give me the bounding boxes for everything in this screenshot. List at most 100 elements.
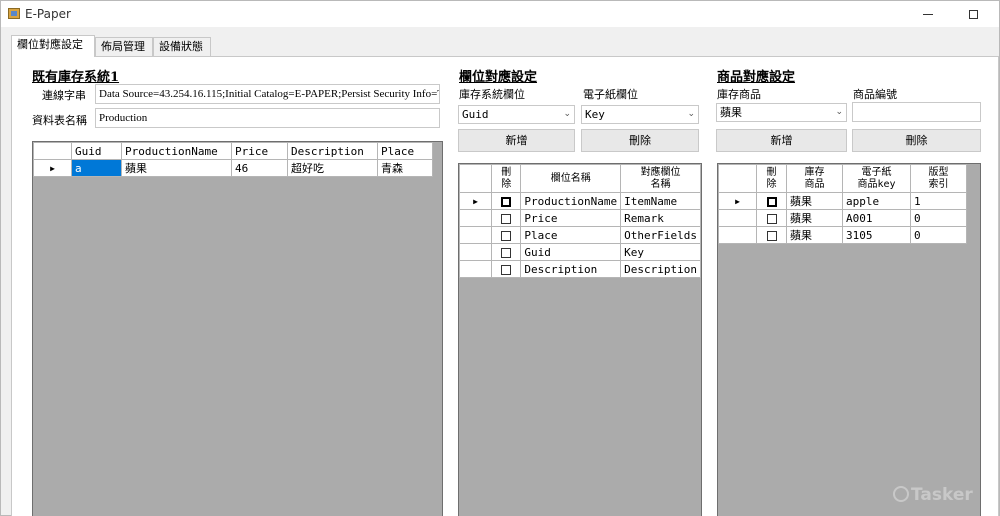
tab-device-status[interactable]: 設備狀態	[153, 37, 211, 56]
cell-field-name[interactable]: Place	[520, 226, 622, 244]
table-row[interactable]: ▶ ProductionName ItemName	[459, 192, 701, 210]
delete-field-mapping-button[interactable]: 刪除	[581, 129, 699, 152]
cell-mapped-field[interactable]: Description	[620, 260, 701, 278]
checkbox-icon	[766, 230, 777, 241]
cell-mapped-field[interactable]: OtherFields	[620, 226, 701, 244]
cell-field-name[interactable]: Description	[520, 260, 622, 278]
epaper-field-select[interactable]: Key ⌄	[581, 105, 699, 124]
product-code-input[interactable]	[852, 102, 981, 122]
inventory-item-select[interactable]: 蘋果 ⌄	[716, 103, 847, 122]
cell-inventory-item[interactable]: 蘋果	[786, 192, 843, 210]
tabpage-field-mapping: 既有庫存系統1 連線字串 Data Source=43.254.16.115;I…	[11, 56, 999, 516]
cell-epaper-key[interactable]: A001	[842, 209, 911, 227]
product-mapping-grid[interactable]: 刪 除 庫存 商品 電子紙 商品key 版型 索引 ▶ 蘋果 apple 1 蘋…	[717, 163, 981, 516]
source-field-select[interactable]: Guid ⌄	[458, 105, 575, 124]
cell-production-name[interactable]: 蘋果	[121, 159, 232, 177]
tasker-logo-icon	[893, 486, 909, 502]
cell-description[interactable]: 超好吃	[287, 159, 378, 177]
table-row[interactable]: ▶ 蘋果 apple 1	[718, 192, 967, 210]
inventory-grid[interactable]: Guid ProductionName Price Description Pl…	[32, 141, 443, 516]
current-row-indicator-icon: ▶	[459, 192, 493, 210]
delete-checkbox[interactable]	[756, 192, 787, 210]
table-row[interactable]: Description Description	[459, 260, 701, 278]
inventory-grid-header: Guid ProductionName Price Description Pl…	[33, 142, 433, 160]
column-header-field-name[interactable]: 欄位名稱	[520, 164, 622, 193]
cell-field-name[interactable]: Price	[520, 209, 622, 227]
table-row[interactable]: 蘋果 A001 0	[718, 209, 967, 227]
table-row[interactable]: Price Remark	[459, 209, 701, 227]
delete-checkbox[interactable]	[491, 226, 522, 244]
product-mapping-grid-header: 刪 除 庫存 商品 電子紙 商品key 版型 索引	[718, 164, 967, 193]
cell-inventory-item[interactable]: 蘋果	[786, 209, 843, 227]
row-header-corner	[459, 164, 493, 193]
maximize-icon	[969, 10, 978, 19]
column-header-mapped-field[interactable]: 對應欄位 名稱	[620, 164, 701, 193]
delete-checkbox[interactable]	[756, 226, 787, 244]
cell-field-name[interactable]: ProductionName	[520, 192, 622, 210]
column-header-delete[interactable]: 刪 除	[491, 164, 522, 193]
row-header	[718, 209, 757, 227]
table-name-input[interactable]: Production	[95, 108, 440, 128]
inventory-item-label: 庫存商品	[717, 88, 761, 101]
minimize-button[interactable]	[905, 1, 951, 27]
table-row[interactable]: Place OtherFields	[459, 226, 701, 244]
cell-mapped-field[interactable]: ItemName	[620, 192, 701, 210]
tab-field-mapping[interactable]: 欄位對應設定	[11, 35, 95, 57]
product-code-label: 商品編號	[853, 88, 897, 101]
delete-checkbox[interactable]	[491, 209, 522, 227]
cell-epaper-key[interactable]: 3105	[842, 226, 911, 244]
checkbox-icon	[501, 196, 512, 207]
cell-price[interactable]: 46	[231, 159, 288, 177]
delete-checkbox[interactable]	[491, 260, 522, 278]
row-header-corner	[718, 164, 757, 193]
connection-string-input[interactable]: Data Source=43.254.16.115;Initial Catalo…	[95, 84, 440, 104]
column-header-template-index[interactable]: 版型 索引	[910, 164, 967, 193]
checkbox-icon	[766, 196, 777, 207]
cell-guid[interactable]: a	[71, 159, 122, 177]
column-header-place[interactable]: Place	[377, 142, 433, 160]
epaper-field-value: Key	[585, 108, 605, 121]
table-row[interactable]: Guid Key	[459, 243, 701, 261]
delete-checkbox[interactable]	[491, 192, 522, 210]
cell-mapped-field[interactable]: Key	[620, 243, 701, 261]
delete-checkbox[interactable]	[756, 209, 787, 227]
add-field-mapping-button[interactable]: 新增	[458, 129, 575, 152]
table-row[interactable]: 蘋果 3105 0	[718, 226, 967, 244]
cell-epaper-key[interactable]: apple	[842, 192, 911, 210]
delete-product-mapping-button[interactable]: 刪除	[852, 129, 981, 152]
add-product-mapping-button[interactable]: 新增	[716, 129, 847, 152]
column-header-inventory-item[interactable]: 庫存 商品	[786, 164, 843, 193]
delete-checkbox[interactable]	[491, 243, 522, 261]
app-icon	[8, 8, 20, 19]
maximize-button[interactable]	[951, 1, 997, 27]
column-header-delete[interactable]: 刪 除	[756, 164, 787, 193]
cell-template-index[interactable]: 1	[910, 192, 967, 210]
column-header-price[interactable]: Price	[231, 142, 288, 160]
table-row[interactable]: ▶ a 蘋果 46 超好吃 青森	[33, 159, 433, 177]
row-header	[459, 226, 493, 244]
cell-template-index[interactable]: 0	[910, 226, 967, 244]
cell-inventory-item[interactable]: 蘋果	[786, 226, 843, 244]
product-mapping-title: 商品對應設定	[717, 70, 796, 85]
checkbox-icon	[501, 213, 512, 224]
column-header-description[interactable]: Description	[287, 142, 378, 160]
column-header-epaper-key[interactable]: 電子紙 商品key	[842, 164, 911, 193]
title-bar: E-Paper	[1, 1, 999, 27]
field-mapping-grid[interactable]: 刪 除 欄位名稱 對應欄位 名稱 ▶ ProductionName ItemNa…	[458, 163, 702, 516]
column-header-production-name[interactable]: ProductionName	[121, 142, 232, 160]
cell-mapped-field[interactable]: Remark	[620, 209, 701, 227]
epaper-field-label: 電子紙欄位	[583, 88, 638, 101]
tab-layout-management[interactable]: 佈局管理	[95, 37, 153, 56]
cell-place[interactable]: 青森	[377, 159, 433, 177]
window-title: E-Paper	[25, 7, 71, 21]
row-header	[459, 260, 493, 278]
current-row-indicator-icon: ▶	[718, 192, 757, 210]
existing-system-title: 既有庫存系統1	[32, 70, 120, 85]
chevron-down-icon: ⌄	[687, 109, 695, 119]
checkbox-icon	[501, 247, 512, 258]
cell-template-index[interactable]: 0	[910, 209, 967, 227]
table-name-label: 資料表名稱	[32, 114, 87, 127]
cell-field-name[interactable]: Guid	[520, 243, 622, 261]
row-header	[459, 243, 493, 261]
column-header-guid[interactable]: Guid	[71, 142, 122, 160]
